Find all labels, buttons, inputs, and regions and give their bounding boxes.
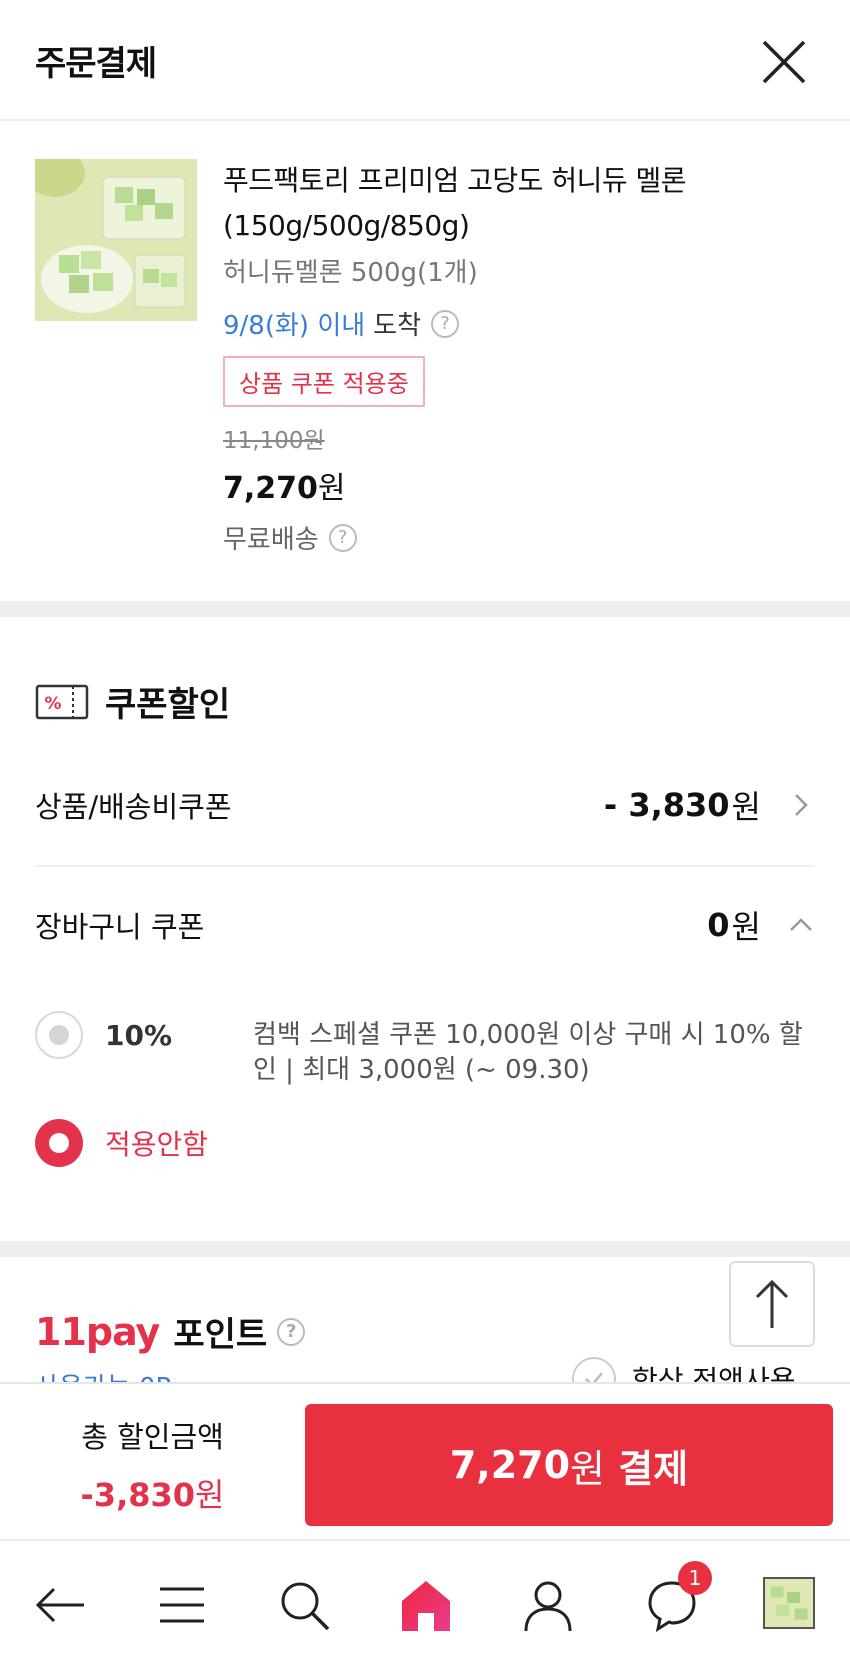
radio-unselected[interactable] — [35, 1011, 83, 1059]
chevron-right-icon — [795, 794, 808, 816]
total-discount-amount: -3,830원 — [0, 1470, 305, 1516]
menu-icon[interactable] — [154, 1577, 210, 1633]
always-use-all-label: 항상 전액사용 — [632, 1364, 796, 1382]
pay-unit: 원 — [570, 1446, 605, 1491]
sale-price-value: 7,270 — [223, 471, 318, 506]
cart-coupon-label: 장바구니 쿠폰 — [35, 910, 205, 944]
pay-amount: 7,270 — [449, 1443, 571, 1487]
product-shipping-coupon-label: 상품/배송비쿠폰 — [35, 790, 232, 824]
coupon-description: 컴백 스페셜 쿠폰 10,000원 이상 구매 시 10% 할인 | 최대 3,… — [253, 1020, 803, 1085]
coupon-option-10pct[interactable]: 10% — [35, 1011, 172, 1059]
pay-point-section: 11pay 포인트 ? 사용가능 0P 항상 전액사용 — [0, 1257, 850, 1382]
help-icon[interactable]: ? — [328, 523, 357, 552]
amount-value: - 3,830 — [603, 786, 730, 824]
total-discount-value: -3,830 — [80, 1476, 196, 1514]
sale-price: 7,270원 — [223, 463, 823, 507]
back-arrow-icon[interactable] — [32, 1577, 88, 1633]
product-name[interactable]: 푸드팩토리 프리미엄 고당도 허니듀 멜론 (150g/500g/850g) — [223, 158, 823, 248]
amount-value: 0 — [707, 906, 730, 944]
coupon-title-text: 쿠폰할인 — [105, 685, 231, 725]
original-price: 11,100원 — [223, 428, 325, 454]
coupon-applied-badge: 상품 쿠폰 적용중 — [223, 356, 425, 407]
product-shipping-coupon-row[interactable]: 상품/배송비쿠폰 - 3,830 원 — [35, 775, 815, 835]
amount-unit: 원 — [731, 788, 761, 826]
total-discount-label: 총 할인금액 — [81, 1420, 224, 1454]
check-icon[interactable] — [572, 1357, 616, 1382]
help-icon[interactable]: ? — [431, 309, 459, 338]
header: 주문결제 — [0, 0, 850, 121]
product-shipping-coupon-amount: - 3,830 원 — [604, 782, 815, 828]
home-icon[interactable] — [398, 1577, 454, 1633]
sale-price-unit: 원 — [317, 471, 346, 506]
shipping-label: 무료배송 — [223, 525, 319, 555]
arrival-suffix: 도착 — [373, 311, 421, 341]
help-icon[interactable]: ? — [277, 1317, 306, 1346]
radio-selected[interactable] — [35, 1119, 83, 1167]
11pay-logo: 11pay — [35, 1309, 160, 1354]
cart-coupon-amount: 0원 — [707, 902, 815, 948]
pay-button[interactable]: 7,270 원 결제 — [305, 1404, 833, 1526]
product-card: 푸드팩토리 프리미엄 고당도 허니듀 멜론 (150g/500g/850g) 허… — [0, 123, 850, 603]
available-points: 사용가능 0P — [35, 1367, 171, 1382]
always-use-all-toggle[interactable]: 항상 전액사용 — [572, 1357, 795, 1382]
svg-text:%: % — [44, 694, 61, 714]
coupon-section-title: % 쿠폰할인 — [35, 677, 230, 726]
arrival-date: 9/8(화) 이내 — [223, 311, 366, 341]
bottom-nav: 1 — [0, 1539, 850, 1673]
coupon-option-none[interactable]: 적용안함 — [35, 1119, 208, 1167]
point-title-text: 포인트 — [173, 1315, 268, 1355]
arrival-info: 9/8(화) 이내 도착 ? — [223, 305, 823, 342]
user-icon[interactable] — [520, 1577, 576, 1633]
search-icon[interactable] — [276, 1577, 332, 1633]
coupon-percent: 10% — [105, 1018, 173, 1052]
product-image[interactable] — [35, 159, 197, 321]
divider — [35, 865, 815, 867]
pay-point-title: 11pay 포인트 ? — [35, 1307, 306, 1356]
no-coupon-label: 적용안함 — [105, 1128, 209, 1161]
chevron-up-icon — [790, 918, 812, 931]
scroll-top-button[interactable] — [729, 1261, 815, 1347]
coupon-icon: % — [35, 684, 89, 719]
close-icon[interactable] — [760, 38, 808, 86]
payment-bar: 총 할인금액 -3,830원 7,270 원 결제 — [0, 1382, 850, 1537]
amount-unit: 원 — [731, 908, 761, 946]
cart-coupon-row[interactable]: 장바구니 쿠폰 0원 — [35, 895, 815, 955]
product-option: 허니듀멜론 500g(1개) — [223, 258, 478, 288]
section-separator — [0, 601, 850, 617]
page-title: 주문결제 — [35, 44, 157, 84]
arrow-up-icon — [755, 1279, 789, 1328]
chat-badge: 1 — [678, 1561, 712, 1595]
shipping-info: 무료배송 ? — [223, 519, 823, 556]
pay-suffix: 결제 — [605, 1446, 689, 1491]
recent-product-thumb[interactable] — [763, 1577, 815, 1629]
section-separator — [0, 1241, 850, 1257]
total-discount-unit: 원 — [195, 1476, 225, 1514]
